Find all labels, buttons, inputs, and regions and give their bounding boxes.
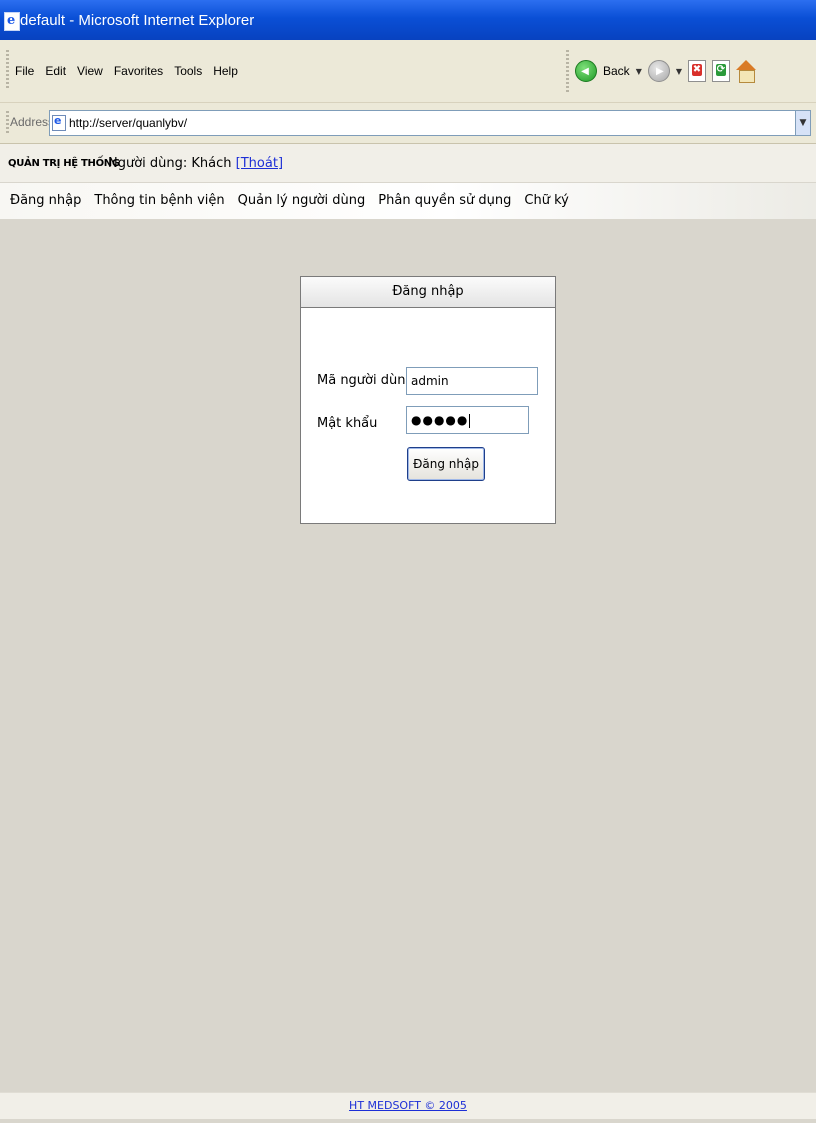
nav-user-management[interactable]: Quản lý người dùng [238, 193, 366, 208]
menu-file[interactable]: File [15, 64, 34, 78]
window-title-bar: default - Microsoft Internet Explorer [0, 0, 816, 40]
toolbar-grip[interactable] [566, 50, 569, 92]
footer: HT MEDSOFT © 2005 [0, 1092, 816, 1119]
nav-login[interactable]: Đăng nhập [10, 193, 81, 208]
menu-edit[interactable]: Edit [45, 64, 66, 78]
back-dropdown-icon[interactable]: ▼ [636, 67, 642, 76]
address-dropdown-icon[interactable]: ▼ [795, 111, 810, 135]
menu-tools[interactable]: Tools [174, 64, 202, 78]
address-input[interactable]: http://server/quanlybv/ ▼ [49, 110, 811, 136]
page-content: QUẢN TRỊ HỆ THỐNG Người dùng: Khách [Tho… [0, 144, 816, 1123]
refresh-icon[interactable] [712, 60, 730, 82]
nav-permissions[interactable]: Phân quyền sử dụng [378, 193, 511, 208]
password-input[interactable]: ●●●●● [406, 406, 529, 434]
menu-bar: File Edit View Favorites Tools Help Back… [0, 40, 816, 103]
menu-grip[interactable] [6, 50, 9, 90]
login-button[interactable]: Đăng nhập [407, 447, 485, 481]
forward-dropdown-icon[interactable]: ▼ [676, 67, 682, 76]
login-panel: Đăng nhập Mã người dùng admin Mật khẩu ●… [300, 276, 556, 524]
nav-hospital-info[interactable]: Thông tin bệnh viện [94, 193, 224, 208]
home-icon[interactable] [736, 60, 756, 83]
address-bar: Address http://server/quanlybv/ ▼ [0, 103, 816, 144]
menu-favorites[interactable]: Favorites [114, 64, 163, 78]
ie-logo-icon [4, 12, 20, 31]
nav-signature[interactable]: Chữ ký [524, 193, 568, 208]
login-panel-title: Đăng nhập [301, 277, 555, 308]
main-nav: Đăng nhập Thông tin bệnh viện Quản lý ng… [0, 183, 816, 219]
user-label: Người dùng: Khách [108, 156, 232, 171]
username-input[interactable]: admin [406, 367, 538, 395]
navigation-toolbar: Back ▼ ▼ [566, 46, 756, 96]
menu-view[interactable]: View [77, 64, 103, 78]
back-arrow-icon[interactable] [575, 60, 597, 82]
logout-link[interactable]: [Thoát] [236, 156, 283, 171]
footer-link[interactable]: HT MEDSOFT © 2005 [349, 1099, 467, 1112]
address-grip[interactable] [6, 111, 9, 135]
username-label: Mã người dùng [317, 373, 414, 388]
back-button-label[interactable]: Back [603, 64, 630, 78]
menu-items: File Edit View Favorites Tools Help [15, 64, 238, 78]
menu-help[interactable]: Help [213, 64, 238, 78]
stop-icon[interactable] [688, 60, 706, 82]
password-label: Mật khẩu [317, 416, 378, 431]
app-header: QUẢN TRỊ HỆ THỐNG Người dùng: Khách [Tho… [0, 144, 816, 182]
address-url[interactable]: http://server/quanlybv/ [69, 116, 187, 130]
address-label: Address [10, 115, 55, 129]
user-info: Người dùng: Khách [Thoát] [108, 156, 283, 171]
forward-arrow-icon[interactable] [647, 60, 670, 82]
window-title: default - Microsoft Internet Explorer [20, 12, 255, 29]
app-title: QUẢN TRỊ HỆ THỐNG [8, 158, 120, 169]
page-icon [52, 114, 66, 131]
